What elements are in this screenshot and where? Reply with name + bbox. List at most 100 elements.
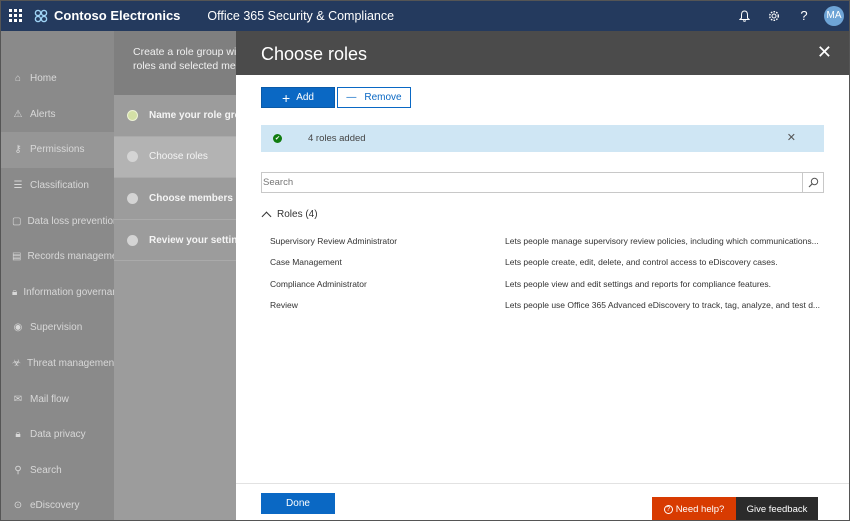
wizard-steps: Create a role group wit roles and select… bbox=[114, 31, 236, 521]
sidebar-item-label: Home bbox=[30, 73, 57, 85]
left-nav: ⌂ Home ⚠ Alerts ⚷ Permissions ☰ Classificati… bbox=[0, 31, 114, 521]
check-circle-icon: ✔ bbox=[273, 134, 282, 143]
sidebar-item-information-governance[interactable]: 🔒︎ Information governance bbox=[0, 275, 114, 311]
sidebar-item-label: Supervision bbox=[30, 322, 83, 334]
sidebar-item-label: Mail flow bbox=[30, 393, 69, 405]
roles-heading: Roles (4) bbox=[277, 209, 318, 220]
wizard-step-label: Choose members bbox=[149, 192, 233, 204]
biohazard-icon: ☣ bbox=[12, 358, 21, 370]
sidebar-item-records-management[interactable]: ▤ Records management bbox=[0, 239, 114, 275]
sidebar-item-ediscovery[interactable]: ⊙ eDiscovery bbox=[0, 488, 114, 521]
avatar[interactable]: MA bbox=[824, 5, 844, 26]
step-dot-icon bbox=[127, 192, 138, 204]
help-icon[interactable]: ? bbox=[789, 0, 819, 31]
add-button[interactable]: + Add bbox=[261, 87, 335, 108]
panel-title: Choose roles bbox=[261, 44, 368, 64]
need-help-button[interactable]: ? Need help? bbox=[652, 497, 736, 521]
sidebar-item-label: Search bbox=[30, 464, 62, 476]
brand[interactable]: Contoso Electronics bbox=[34, 8, 180, 23]
sidebar-item-label: eDiscovery bbox=[30, 500, 80, 512]
app-title[interactable]: Office 365 Security & Compliance bbox=[207, 9, 394, 23]
done-button[interactable]: Done bbox=[261, 493, 335, 514]
role-description: Lets people use Office 365 Advanced eDis… bbox=[505, 300, 821, 311]
sidebar-item-label: Data loss prevention bbox=[27, 215, 114, 227]
sidebar-item-label: Classification bbox=[30, 180, 89, 192]
remove-button[interactable]: — Remove bbox=[337, 87, 411, 108]
sidebar-item-data-loss-prevention[interactable]: ▢ Data loss prevention bbox=[0, 203, 114, 239]
add-button-label: Add bbox=[296, 92, 314, 103]
sidebar-item-mail-flow[interactable]: ✉ Mail flow bbox=[0, 381, 114, 417]
minus-icon: — bbox=[346, 92, 357, 103]
remove-button-label: Remove bbox=[364, 92, 402, 103]
step-dot-icon bbox=[127, 151, 138, 163]
lock-icon: 🔒︎ bbox=[15, 429, 21, 441]
wizard-step-name[interactable]: Name your role group bbox=[114, 95, 236, 137]
wizard-step-review[interactable]: Review your settings bbox=[114, 220, 236, 262]
alert-icon: ⚠ bbox=[13, 108, 23, 120]
search-icon[interactable] bbox=[802, 173, 823, 192]
roles-group-header[interactable]: Roles (4) bbox=[261, 209, 318, 221]
sidebar-item-label: Alerts bbox=[30, 108, 56, 120]
contoso-logo-icon bbox=[34, 9, 48, 22]
wizard-step-choose-members[interactable]: Choose members bbox=[114, 178, 236, 220]
bell-icon[interactable] bbox=[729, 0, 759, 31]
list-item[interactable]: Compliance Administrator Lets people vie… bbox=[270, 273, 830, 295]
waffle-icon[interactable] bbox=[0, 0, 30, 31]
sidebar-item-label: Information governance bbox=[23, 286, 114, 298]
help-icon: ? bbox=[663, 505, 673, 514]
dlp-icon: ▢ bbox=[12, 215, 22, 227]
role-description: Lets people manage supervisory review po… bbox=[505, 235, 819, 246]
sidebar-item-home[interactable]: ⌂ Home bbox=[0, 61, 114, 97]
list-item[interactable]: Review Lets people use Office 365 Advanc… bbox=[270, 295, 830, 317]
sidebar-item-label: Data privacy bbox=[30, 429, 86, 441]
home-icon: ⌂ bbox=[14, 73, 22, 85]
sidebar-item-label: Permissions bbox=[30, 144, 85, 156]
sidebar-item-search[interactable]: ⚲ Search bbox=[0, 453, 114, 489]
classification-icon: ☰ bbox=[13, 180, 23, 192]
chevron-up-icon bbox=[261, 211, 272, 221]
lock-icon: 🔒︎ bbox=[12, 286, 18, 298]
wizard-intro-line: roles and selected mem bbox=[133, 60, 236, 72]
role-name: Compliance Administrator bbox=[270, 278, 367, 289]
sidebar-item-label: Threat management bbox=[26, 358, 114, 370]
list-item[interactable]: Case Management Lets people create, edit… bbox=[270, 252, 830, 274]
wizard-intro-line: Create a role group wit bbox=[133, 46, 236, 58]
role-name: Case Management bbox=[270, 257, 342, 268]
step-dot-icon bbox=[127, 234, 138, 246]
wizard-step-choose-roles[interactable]: Choose roles bbox=[114, 136, 236, 179]
sidebar-item-supervision[interactable]: ◉ Supervision bbox=[0, 310, 114, 346]
ediscovery-icon: ⊙ bbox=[13, 500, 23, 512]
panel-header: Choose roles ✕ bbox=[236, 31, 850, 75]
sidebar-item-alerts[interactable]: ⚠ Alerts bbox=[0, 97, 114, 133]
success-notice: ✔ 4 roles added ✕ bbox=[261, 125, 824, 152]
panel-footer: Done ? Need help? Give feedback bbox=[236, 483, 850, 521]
dismiss-icon[interactable]: ✕ bbox=[787, 131, 796, 144]
step-done-icon bbox=[127, 109, 138, 121]
give-feedback-button[interactable]: Give feedback bbox=[736, 497, 818, 521]
search-box bbox=[261, 172, 824, 193]
wizard-step-label: Choose roles bbox=[149, 151, 208, 163]
list-item[interactable]: Supervisory Review Administrator Lets pe… bbox=[270, 230, 830, 252]
role-name: Review bbox=[270, 300, 298, 311]
role-name: Supervisory Review Administrator bbox=[270, 235, 398, 246]
top-bar: Contoso Electronics Office 365 Security … bbox=[0, 0, 850, 31]
mail-icon: ✉ bbox=[13, 393, 23, 405]
role-description: Lets people create, edit, delete, and co… bbox=[505, 257, 778, 268]
search-input[interactable] bbox=[262, 173, 802, 192]
wizard-intro: Create a role group wit roles and select… bbox=[114, 31, 236, 95]
sidebar-item-threat-management[interactable]: ☣ Threat management bbox=[0, 346, 114, 382]
sidebar-item-label: Records management bbox=[27, 251, 114, 263]
plus-icon: + bbox=[282, 89, 291, 106]
wizard-step-label: Name your role group bbox=[149, 109, 236, 121]
sidebar-item-permissions[interactable]: ⚷ Permissions bbox=[0, 132, 114, 168]
role-description: Lets people view and edit settings and r… bbox=[505, 278, 772, 289]
brand-name: Contoso Electronics bbox=[54, 8, 181, 23]
sidebar-item-data-privacy[interactable]: 🔒︎ Data privacy bbox=[0, 417, 114, 453]
records-icon: ▤ bbox=[12, 251, 22, 263]
sidebar-item-classification[interactable]: ☰ Classification bbox=[0, 168, 114, 204]
roles-list: Supervisory Review Administrator Lets pe… bbox=[270, 230, 830, 316]
gear-icon[interactable] bbox=[759, 0, 789, 31]
need-help-label: Need help? bbox=[675, 504, 725, 515]
choose-roles-panel: Choose roles ✕ + Add — Remove ✔ 4 roles ad… bbox=[236, 31, 850, 521]
close-icon[interactable]: ✕ bbox=[817, 43, 832, 61]
